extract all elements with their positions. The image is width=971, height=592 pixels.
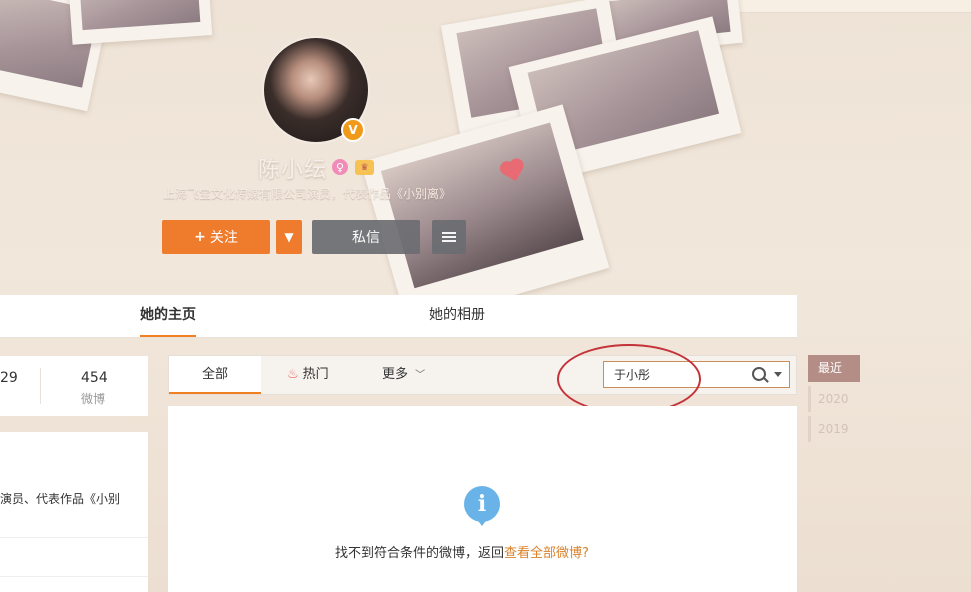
stat-count[interactable]: 29 bbox=[0, 370, 18, 386]
feed-filter-bar: 全部 ♨ 热门 更多 ﹀ bbox=[168, 355, 797, 395]
divider bbox=[40, 368, 41, 404]
timeline-recent[interactable]: 最近 bbox=[808, 355, 860, 382]
verified-badge-icon: V bbox=[341, 118, 365, 142]
stats-card: 29 454 微博 bbox=[0, 356, 148, 416]
empty-result-card: i 找不到符合条件的微博，返回查看全部微博? bbox=[168, 406, 797, 592]
top-notice-strip bbox=[710, 0, 971, 13]
profile-info-card: 演员、代表作品《小别 bbox=[0, 432, 148, 592]
filter-more-label: 更多 bbox=[382, 367, 409, 382]
divider bbox=[0, 576, 148, 577]
vip-icon[interactable]: ♛ bbox=[355, 160, 374, 175]
info-icon: i bbox=[464, 486, 500, 526]
profile-name: 陈小纭 bbox=[258, 158, 328, 183]
profile-tab-bar: 她的主页 她的相册 bbox=[0, 295, 797, 338]
filter-hot-label: 热门 bbox=[302, 367, 329, 382]
timeline-year-2019[interactable]: 2019 bbox=[808, 416, 849, 442]
chevron-down-icon: ﹀ bbox=[415, 370, 426, 381]
tab-home[interactable]: 她的主页 bbox=[140, 295, 196, 337]
tab-album[interactable]: 她的相册 bbox=[429, 295, 485, 337]
empty-message-text: 找不到符合条件的微博，返回 bbox=[335, 546, 505, 561]
chevron-down-icon: ▼ bbox=[284, 230, 294, 244]
flame-icon: ♨ bbox=[287, 367, 299, 382]
follow-label: 关注 bbox=[209, 230, 238, 246]
heart-decoration bbox=[503, 161, 523, 181]
info-description: 演员、代表作品《小别 bbox=[0, 492, 121, 506]
menu-icon bbox=[442, 232, 456, 242]
message-button[interactable]: 私信 bbox=[312, 220, 420, 254]
empty-message: 找不到符合条件的微博，返回查看全部微博? bbox=[335, 542, 589, 561]
weibo-count[interactable]: 454 bbox=[81, 370, 108, 386]
view-all-weibo-link[interactable]: 查看全部微博? bbox=[504, 546, 589, 561]
cover-photo-decoration bbox=[67, 0, 213, 45]
timeline-year-2020[interactable]: 2020 bbox=[808, 386, 849, 412]
plus-icon: + bbox=[194, 229, 206, 245]
search-icon[interactable] bbox=[752, 367, 766, 381]
caret-down-icon[interactable] bbox=[774, 372, 782, 377]
more-menu-button[interactable] bbox=[432, 220, 466, 254]
follow-dropdown-button[interactable]: ▼ bbox=[276, 220, 302, 254]
profile-description: 上海飞宝文化传媒有限公司演员，代表作品《小别离》 bbox=[163, 187, 452, 201]
gender-female-icon: ♀ bbox=[332, 159, 348, 175]
follow-button[interactable]: + 关注 bbox=[162, 220, 270, 254]
filter-tab-all[interactable]: 全部 bbox=[169, 356, 261, 394]
cover-photo-decoration bbox=[360, 104, 610, 326]
divider bbox=[0, 537, 148, 538]
filter-tab-hot[interactable]: ♨ 热门 bbox=[287, 356, 329, 394]
annotation-circle bbox=[557, 344, 701, 414]
filter-more-dropdown[interactable]: 更多 ﹀ bbox=[382, 356, 425, 394]
weibo-count-label: 微博 bbox=[81, 392, 106, 406]
